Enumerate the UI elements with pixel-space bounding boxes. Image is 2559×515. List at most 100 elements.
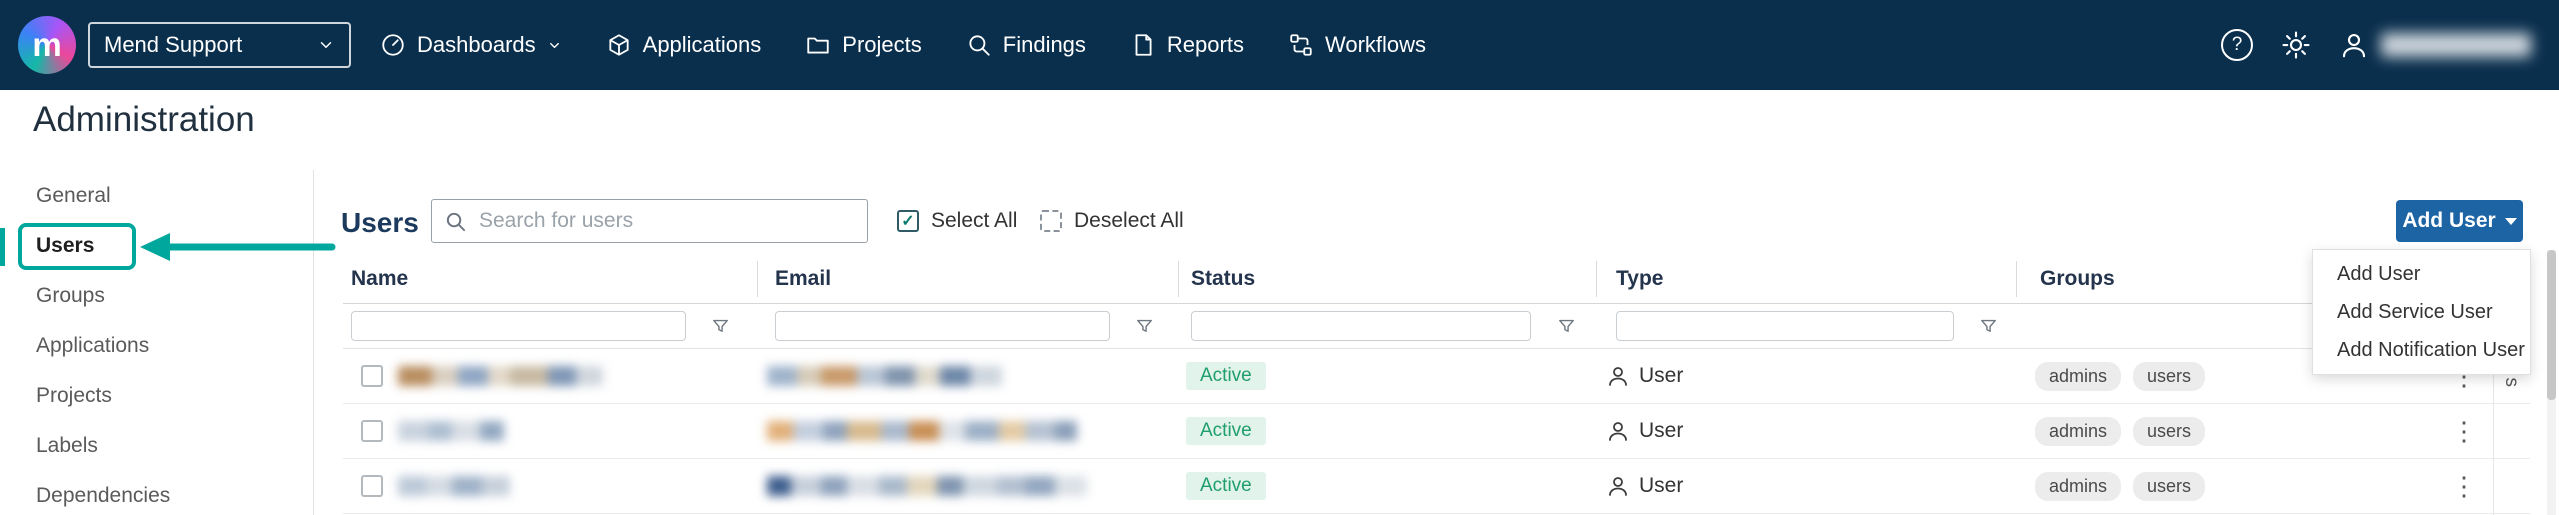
groups-cell: admins users [2035, 459, 2205, 513]
type-label: User [1639, 364, 1683, 388]
user-type-icon [1606, 419, 1630, 443]
user-type-icon [1606, 474, 1630, 498]
row-checkbox[interactable] [361, 420, 383, 442]
nav-dashboards[interactable]: Dashboards [380, 32, 562, 58]
gear-icon[interactable] [2281, 30, 2311, 60]
caret-down-icon [2505, 218, 2517, 225]
deselect-all-control[interactable]: Deselect All [1040, 199, 1184, 243]
sidebar-item-general[interactable]: General [0, 171, 313, 221]
search-icon [444, 210, 467, 233]
add-user-menu: Add User Add Service User Add Notificati… [2312, 249, 2531, 375]
nav-applications[interactable]: Applications [606, 32, 762, 58]
table-header-row: Name Email Status Type Groups [343, 255, 2530, 304]
filter-funnel-icon[interactable] [1557, 317, 1576, 336]
email-redacted [767, 421, 1077, 441]
magnifier-icon [966, 32, 992, 58]
column-separator [757, 261, 758, 297]
table-row[interactable]: Active User admins users ⋮ [343, 404, 2530, 459]
table-row[interactable]: Active User admins users ⋮ [343, 349, 2530, 404]
select-all-checkbox[interactable]: ✓ [897, 210, 919, 232]
column-header-groups[interactable]: Groups [2040, 255, 2115, 303]
sidebar-item-label: Projects [36, 384, 112, 408]
row-menu-button[interactable]: ⋮ [2451, 404, 2477, 458]
type-label: User [1639, 474, 1683, 498]
filter-input-type[interactable] [1616, 311, 1954, 341]
filter-input-name[interactable] [351, 311, 686, 341]
menu-item-add-user[interactable]: Add User [2313, 255, 2530, 293]
sidebar-item-groups[interactable]: Groups [0, 271, 313, 321]
status-label: Active [1200, 365, 1252, 387]
org-selector[interactable]: Mend Support [88, 22, 351, 68]
type-cell: User [1606, 459, 1683, 513]
filter-funnel-icon[interactable] [1135, 317, 1154, 336]
column-header-name[interactable]: Name [351, 255, 408, 303]
vertical-scrollbar[interactable] [2547, 250, 2556, 515]
menu-item-label: Add User [2337, 263, 2420, 286]
sidebar-item-dependencies[interactable]: Dependencies [0, 471, 313, 515]
row-menu-button[interactable]: ⋮ [2451, 459, 2477, 513]
column-header-email[interactable]: Email [775, 255, 831, 303]
user-menu[interactable] [2339, 30, 2531, 60]
column-header-type[interactable]: Type [1616, 255, 1663, 303]
menu-item-add-notification-user[interactable]: Add Notification User [2313, 331, 2530, 369]
sidebar-item-projects[interactable]: Projects [0, 371, 313, 421]
sidebar-item-users[interactable]: Users [0, 221, 313, 271]
group-chip: admins [2035, 472, 2121, 501]
deselect-all-label: Deselect All [1074, 209, 1184, 233]
mend-logo-letter: m [32, 26, 61, 64]
nav-label: Findings [1003, 32, 1086, 58]
nav-label: Reports [1167, 32, 1244, 58]
column-header-label: Email [775, 267, 831, 291]
app-root: m Mend Support Dashboards Applications P… [0, 0, 2559, 515]
nav-label: Projects [842, 32, 921, 58]
main-nav: Dashboards Applications Projects Finding… [380, 0, 1426, 90]
help-icon[interactable]: ? [2221, 29, 2253, 61]
type-label: User [1639, 419, 1683, 443]
name-redacted [398, 476, 510, 496]
chevron-down-icon [547, 38, 562, 53]
sidebar-item-applications[interactable]: Applications [0, 321, 313, 371]
filter-funnel-icon[interactable] [711, 317, 730, 336]
select-all-control[interactable]: ✓ Select All [897, 199, 1017, 243]
add-user-label: Add User [2402, 209, 2495, 233]
sidebar-item-labels[interactable]: Labels [0, 421, 313, 471]
add-user-button[interactable]: Add User [2396, 200, 2523, 242]
nav-findings[interactable]: Findings [966, 32, 1086, 58]
groups-cell: admins users [2035, 349, 2205, 403]
filter-input-status[interactable] [1191, 311, 1531, 341]
type-cell: User [1606, 349, 1683, 403]
filter-funnel-icon[interactable] [1979, 317, 1998, 336]
dashboard-icon [380, 32, 406, 58]
users-panel-title: Users [341, 207, 419, 239]
org-selector-value: Mend Support [104, 32, 242, 58]
table-row[interactable]: Active User admins users ⋮ [343, 459, 2530, 514]
column-header-label: Groups [2040, 267, 2115, 291]
top-navbar: m Mend Support Dashboards Applications P… [0, 0, 2559, 90]
sidebar-divider [313, 170, 314, 515]
nav-workflows[interactable]: Workflows [1288, 32, 1426, 58]
sidebar-item-label: Dependencies [36, 484, 170, 508]
email-redacted [767, 476, 1087, 496]
scrollbar-thumb[interactable] [2547, 250, 2556, 400]
users-search [431, 199, 868, 243]
deselect-all-icon[interactable] [1040, 210, 1062, 232]
sidebar-item-label: Groups [36, 284, 105, 308]
mend-logo[interactable]: m [18, 16, 76, 74]
row-checkbox[interactable] [361, 475, 383, 497]
help-glyph: ? [2232, 34, 2243, 56]
nav-reports[interactable]: Reports [1130, 32, 1244, 58]
document-icon [1130, 32, 1156, 58]
nav-projects[interactable]: Projects [805, 32, 921, 58]
column-separator [1178, 261, 1179, 297]
menu-item-add-service-user[interactable]: Add Service User [2313, 293, 2530, 331]
group-chip: admins [2035, 417, 2121, 446]
user-name-redacted [2381, 33, 2531, 57]
group-chip: users [2133, 362, 2205, 391]
search-input[interactable] [477, 208, 855, 234]
group-chip: users [2133, 417, 2205, 446]
chevron-down-icon [317, 36, 335, 54]
filter-input-email[interactable] [775, 311, 1110, 341]
row-checkbox[interactable] [361, 365, 383, 387]
column-header-status[interactable]: Status [1191, 255, 1255, 303]
workflow-icon [1288, 32, 1314, 58]
